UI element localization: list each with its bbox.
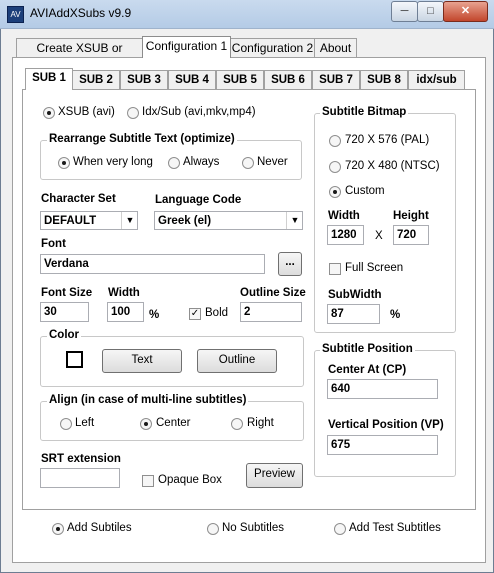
align-center-label: Center: [156, 417, 191, 429]
width-unit: %: [149, 309, 160, 321]
srt-extension-label: SRT extension: [41, 453, 121, 465]
xsub-radio[interactable]: [43, 107, 55, 119]
font-field[interactable]: Verdana: [40, 254, 265, 274]
language-dropdown-icon[interactable]: ▼: [286, 212, 303, 229]
no-subtitles-label: No Subtitles: [222, 522, 285, 534]
font-browse-button[interactable]: ...: [278, 252, 302, 276]
app-icon: AV: [7, 6, 24, 23]
vertical-position-label: Vertical Position (VP): [328, 419, 444, 431]
minimize-icon: ─: [400, 5, 409, 17]
tab-sub-5[interactable]: SUB 5: [216, 70, 264, 90]
minimize-button[interactable]: ─: [391, 1, 418, 22]
bold-label: Bold: [205, 307, 229, 319]
tab-sub-7[interactable]: SUB 7: [312, 70, 360, 90]
bitmap-pal-label: 720 X 576 (PAL): [345, 134, 430, 146]
charset-dropdown-icon[interactable]: ▼: [121, 212, 138, 229]
tab-sub-6[interactable]: SUB 6: [264, 70, 312, 90]
opaque-box-label: Opaque Box: [158, 474, 222, 486]
bitmap-x-label: X: [375, 230, 383, 242]
close-button[interactable]: ✕: [443, 1, 488, 22]
full-screen-label: Full Screen: [345, 262, 404, 274]
bitmap-width-field[interactable]: 1280: [327, 225, 364, 245]
bitmap-width-label: Width: [328, 210, 360, 222]
bitmap-pal-radio[interactable]: [329, 135, 341, 147]
subwidth-unit: %: [390, 309, 401, 321]
tab-create-xsub[interactable]: Create XSUB or Idx/Sub: [16, 38, 143, 74]
align-right-label: Right: [247, 417, 274, 429]
font-label: Font: [41, 238, 66, 250]
bitmap-ntsc-radio[interactable]: [329, 161, 341, 173]
subwidth-label: SubWidth: [328, 289, 382, 301]
tab-about[interactable]: About: [314, 38, 357, 58]
idxsub-radio[interactable]: [127, 107, 139, 119]
add-test-subtitles-radio[interactable]: [334, 523, 346, 535]
rearrange-when-long-radio[interactable]: [58, 157, 70, 169]
bitmap-custom-radio[interactable]: [329, 186, 341, 198]
language-select[interactable]: Greek (el): [154, 211, 303, 230]
rearrange-title: Rearrange Subtitle Text (optimize): [47, 133, 237, 145]
srt-extension-field[interactable]: [40, 468, 120, 488]
opaque-box-checkbox[interactable]: [142, 475, 154, 487]
align-center-radio[interactable]: [140, 418, 152, 430]
align-right-radio[interactable]: [231, 418, 243, 430]
rearrange-never-radio[interactable]: [242, 157, 254, 169]
outline-size-field[interactable]: 2: [240, 302, 302, 322]
bitmap-ntsc-label: 720 X 480 (NTSC): [345, 160, 440, 172]
no-subtitles-radio[interactable]: [207, 523, 219, 535]
bold-checkbox[interactable]: ✓: [189, 308, 201, 320]
width-field[interactable]: 100: [107, 302, 144, 322]
idxsub-label: Idx/Sub (avi,mkv,mp4): [142, 106, 256, 118]
maximize-button[interactable]: □: [417, 1, 444, 22]
center-at-label: Center At (CP): [328, 364, 407, 376]
rearrange-always-label: Always: [183, 156, 220, 168]
tab-sub-3[interactable]: SUB 3: [120, 70, 168, 90]
tab-idx-sub[interactable]: idx/sub: [408, 70, 465, 90]
charset-label: Character Set: [41, 193, 116, 205]
rearrange-always-radio[interactable]: [168, 157, 180, 169]
tab-sub-1[interactable]: SUB 1: [25, 68, 73, 90]
color-title: Color: [47, 329, 82, 341]
bitmap-height-field[interactable]: 720: [393, 225, 429, 245]
rearrange-never-label: Never: [257, 156, 288, 168]
language-label: Language Code: [155, 194, 242, 206]
bitmap-height-label: Height: [393, 210, 429, 222]
center-at-field[interactable]: 640: [327, 379, 438, 399]
font-size-label: Font Size: [41, 287, 93, 299]
add-test-subtitles-label: Add Test Subtitles: [349, 522, 441, 534]
tab-configuration-1[interactable]: Configuration 1: [142, 36, 231, 58]
bitmap-custom-label: Custom: [345, 185, 385, 197]
tab-sub-4[interactable]: SUB 4: [168, 70, 216, 90]
align-left-label: Left: [75, 417, 95, 429]
align-left-radio[interactable]: [60, 418, 72, 430]
text-color-swatch[interactable]: [66, 351, 83, 368]
window-title: AVIAddXSubs v9.9: [30, 6, 132, 20]
close-icon: ✕: [460, 5, 471, 17]
xsub-label: XSUB (avi): [58, 106, 115, 118]
align-title: Align (in case of multi-line subtitles): [47, 394, 249, 406]
subwidth-field[interactable]: 87: [327, 304, 380, 324]
tab-sub-2[interactable]: SUB 2: [72, 70, 120, 90]
width-label: Width: [108, 287, 140, 299]
tab-configuration-2[interactable]: Configuration 2: [230, 38, 315, 58]
outline-color-button[interactable]: Outline: [197, 349, 277, 373]
maximize-icon: □: [427, 5, 434, 17]
text-color-button[interactable]: Text: [102, 349, 182, 373]
rearrange-when-long-label: When very long: [73, 156, 153, 168]
add-subtitles-label: Add Subtiles: [67, 522, 132, 534]
subtitle-bitmap-title: Subtitle Bitmap: [320, 106, 409, 118]
add-subtitles-radio[interactable]: [52, 523, 64, 535]
font-size-field[interactable]: 30: [40, 302, 89, 322]
subtitle-position-title: Subtitle Position: [320, 343, 415, 355]
preview-button[interactable]: Preview: [246, 463, 303, 488]
tab-sub-8[interactable]: SUB 8: [360, 70, 408, 90]
vertical-position-field[interactable]: 675: [327, 435, 438, 455]
outline-size-label: Outline Size: [240, 287, 306, 299]
full-screen-checkbox[interactable]: [329, 263, 341, 275]
